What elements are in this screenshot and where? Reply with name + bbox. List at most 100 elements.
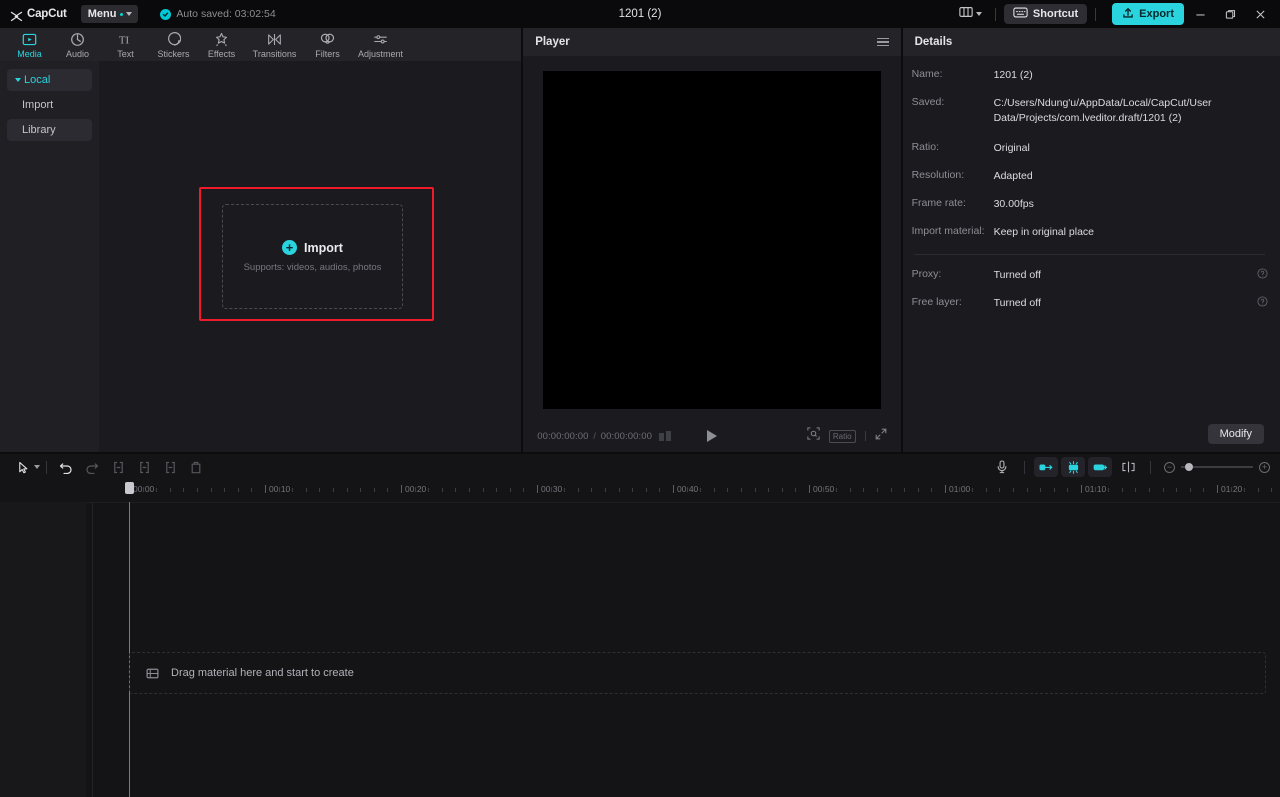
split-button[interactable] (105, 456, 131, 478)
details-list: Name: 1201 (2) Saved: C:/Users/Ndung'u/A… (903, 56, 1280, 416)
zoom-out-button[interactable]: − (1164, 461, 1175, 473)
row-value: Original (993, 141, 1030, 154)
ruler-tick (686, 488, 688, 492)
menu-button[interactable]: Menu (80, 5, 139, 23)
ruler-tick (156, 488, 158, 492)
smart-edit-button[interactable] (1061, 457, 1085, 477)
timecode: 00:00:00:00 / 00:00:00:00 (537, 431, 652, 442)
ratio-button[interactable]: Ratio (828, 429, 856, 443)
zoom-slider[interactable]: − + (1164, 461, 1270, 473)
ruler-tick (1162, 488, 1164, 492)
ruler-tick (768, 488, 770, 492)
ruler-tick (1121, 488, 1123, 492)
trim-right-button[interactable] (157, 456, 183, 478)
adjustment-icon (373, 31, 388, 47)
close-button[interactable] (1246, 3, 1274, 25)
sidebar-item-import[interactable]: Import (7, 94, 92, 116)
timeline-ruler[interactable]: 00:00 00:10 00:20 00:30 00:40 00:50 01:00 01:10… (0, 480, 1280, 502)
time-separator: / (593, 430, 596, 442)
layout-button[interactable] (954, 2, 987, 26)
sidebar-item-library[interactable]: Library (7, 119, 92, 141)
ruler-tick (1149, 488, 1150, 492)
row-label: Resolution: (911, 168, 965, 181)
total-time: 00:00:00:00 (600, 430, 653, 442)
tab-transitions[interactable]: Transitions (246, 28, 303, 59)
hamburger-icon[interactable] (876, 37, 889, 47)
sidebar-item-label: Library (22, 124, 56, 136)
ruler-ticks: 00:00 00:10 00:20 00:30 00:40 00:50 01:00 01:10… (129, 480, 1280, 502)
layout-icon (959, 5, 973, 23)
ruler-tick (455, 488, 457, 492)
row-label: Ratio: (911, 140, 940, 153)
ruler-tick (1053, 488, 1055, 492)
cut-marker-button[interactable] (1115, 456, 1141, 478)
row-value: 30.00fps (993, 198, 1034, 211)
playhead-handle[interactable] (125, 482, 134, 494)
zoom-knob[interactable] (1185, 463, 1193, 471)
menu-notification-dot (120, 12, 124, 16)
tab-label: Audio (65, 49, 90, 59)
tab-filters[interactable]: Filters (304, 28, 351, 59)
transitions-icon (267, 31, 282, 47)
ruler-tick (795, 488, 797, 492)
video-preview[interactable] (542, 71, 881, 409)
help-icon[interactable] (1257, 296, 1268, 307)
modify-button[interactable]: Modify (1207, 424, 1264, 444)
tab-text[interactable]: TI Text (102, 28, 149, 59)
tab-audio[interactable]: Audio (54, 28, 101, 59)
delete-button[interactable] (183, 456, 209, 478)
ruler-tick (999, 488, 1001, 492)
trim-left-button[interactable] (131, 456, 157, 478)
autosave-status: Auto saved: 03:02:54 (160, 8, 276, 20)
ruler-tick (863, 488, 865, 492)
crop-icon[interactable] (807, 427, 820, 445)
chevron-down-icon[interactable] (34, 465, 40, 469)
timeline-tracks[interactable]: Drag material here and start to create (0, 502, 1280, 797)
ruler-tick (917, 488, 919, 492)
ruler-tick (645, 488, 647, 492)
link-clips-button[interactable] (1088, 457, 1112, 477)
zoom-track[interactable] (1181, 463, 1253, 471)
zoom-in-button[interactable]: + (1259, 461, 1270, 473)
quality-bars-icon[interactable] (659, 431, 672, 441)
tab-stickers[interactable]: Stickers (150, 28, 197, 59)
ruler-tick (1257, 488, 1259, 492)
tab-effects[interactable]: Effects (198, 28, 245, 59)
undo-button[interactable] (53, 456, 79, 478)
ruler-tick (482, 488, 484, 492)
ruler-tick (605, 488, 606, 492)
timeline-dropzone[interactable]: Drag material here and start to create (129, 652, 1266, 694)
import-dropzone[interactable]: + Import Supports: videos, audios, photo… (222, 204, 403, 309)
player-title: Player (535, 36, 570, 48)
auto-cut-button[interactable] (1034, 457, 1058, 477)
sidebar-item-label: Local (24, 74, 51, 86)
tab-label: Filters (315, 49, 340, 59)
ruler-tick (387, 488, 389, 492)
ruler-tick (509, 488, 511, 492)
text-icon: TI (118, 31, 133, 47)
tab-media[interactable]: Media (6, 28, 53, 59)
tab-adjustment[interactable]: Adjustment (352, 28, 409, 59)
details-row-saved: Saved: C:/Users/Ndung'u/AppData/Local/Ca… (912, 96, 1268, 126)
details-row-framerate: Frame rate: 30.00fps (912, 197, 1268, 212)
ruler-tick (523, 488, 525, 492)
ruler-tick (836, 488, 838, 492)
ruler-tick (985, 488, 987, 492)
help-icon[interactable] (1257, 267, 1268, 279)
record-voiceover-button[interactable] (989, 456, 1015, 478)
title-bar: CapCut Menu Auto saved: 03:02:54 1201 (2… (0, 0, 1280, 28)
ruler-tick (577, 488, 579, 492)
ruler-tick (1244, 488, 1246, 492)
fullscreen-icon[interactable] (875, 427, 887, 445)
maximize-button[interactable] (1216, 3, 1244, 25)
sidebar-item-local[interactable]: Local (7, 69, 92, 91)
ruler-tick (1026, 488, 1028, 492)
chevron-down-icon (975, 12, 982, 16)
play-icon[interactable] (706, 430, 717, 442)
select-tool-button[interactable] (10, 456, 36, 478)
redo-button[interactable] (79, 456, 105, 478)
shortcut-button[interactable]: Shortcut (1003, 4, 1088, 24)
effects-icon (214, 31, 229, 47)
export-button[interactable]: Export (1112, 3, 1184, 25)
minimize-button[interactable] (1186, 3, 1214, 25)
